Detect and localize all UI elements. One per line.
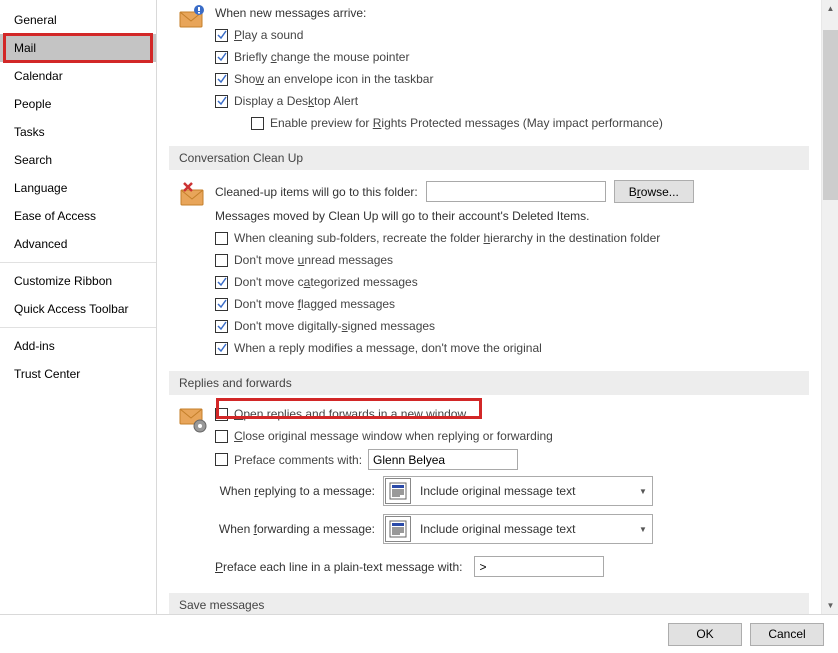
sidebar-item-quick-access-toolbar[interactable]: Quick Access Toolbar <box>0 295 156 323</box>
sidebar-item-add-ins[interactable]: Add-ins <box>0 332 156 360</box>
arrival-heading: When new messages arrive: <box>215 2 799 24</box>
reply-settings-icon <box>179 405 207 433</box>
sidebar-item-customize-ribbon[interactable]: Customize Ribbon <box>0 267 156 295</box>
checkbox-reply-modifies[interactable] <box>215 342 228 355</box>
sidebar-item-advanced[interactable]: Advanced <box>0 230 156 258</box>
checkbox-desktop-alert[interactable] <box>215 95 228 108</box>
dropdown-when-forwarding-value: Include original message text <box>412 522 634 536</box>
label-play-sound: Play a sound <box>234 26 303 44</box>
dropdown-when-replying-value: Include original message text <box>412 484 634 498</box>
label-categorized: Don't move categorized messages <box>234 273 418 291</box>
label-subfolders: When cleaning sub-folders, recreate the … <box>234 229 660 247</box>
sidebar-item-calendar[interactable]: Calendar <box>0 62 156 90</box>
scroll-down-button[interactable]: ▼ <box>822 597 838 614</box>
chevron-down-icon: ▼ <box>634 487 652 496</box>
label-preface-line: Preface each line in a plain-text messag… <box>215 560 466 574</box>
checkbox-categorized[interactable] <box>215 276 228 289</box>
label-flagged: Don't move flagged messages <box>234 295 395 313</box>
document-lines-icon <box>385 516 411 542</box>
checkbox-rights-protected[interactable] <box>251 117 264 130</box>
label-open-new-window: Open replies and forwards in a new windo… <box>234 405 466 423</box>
envelope-alert-icon <box>179 4 207 32</box>
checkbox-show-envelope[interactable] <box>215 73 228 86</box>
sidebar-item-mail[interactable]: Mail <box>0 34 156 62</box>
sidebar-item-search[interactable]: Search <box>0 146 156 174</box>
sidebar-item-people[interactable]: People <box>0 90 156 118</box>
checkbox-signed[interactable] <box>215 320 228 333</box>
input-preface-char[interactable] <box>474 556 604 577</box>
label-change-pointer: Briefly change the mouse pointer <box>234 48 409 66</box>
label-when-replying: When replying to a message: <box>215 484 375 498</box>
sidebar-item-tasks[interactable]: Tasks <box>0 118 156 146</box>
label-unread: Don't move unread messages <box>234 251 393 269</box>
sidebar-item-trust-center[interactable]: Trust Center <box>0 360 156 388</box>
scroll-up-button[interactable]: ▲ <box>822 0 838 17</box>
chevron-down-icon: ▼ <box>634 525 652 534</box>
sidebar: General Mail Calendar People Tasks Searc… <box>0 0 157 614</box>
sidebar-separator <box>0 262 156 263</box>
label-show-envelope: Show an envelope icon in the taskbar <box>234 70 433 88</box>
cleanup-icon <box>179 180 207 208</box>
cancel-button[interactable]: Cancel <box>750 623 824 646</box>
checkbox-unread[interactable] <box>215 254 228 267</box>
scroll-thumb[interactable] <box>823 30 838 200</box>
group-header-replies: Replies and forwards <box>169 371 809 395</box>
label-signed: Don't move digitally-signed messages <box>234 317 435 335</box>
content-pane: When new messages arrive: Play a sound B… <box>157 0 838 614</box>
checkbox-flagged[interactable] <box>215 298 228 311</box>
sidebar-item-ease-of-access[interactable]: Ease of Access <box>0 202 156 230</box>
document-lines-icon <box>385 478 411 504</box>
label-close-original: Close original message window when reply… <box>234 427 553 445</box>
input-preface-comments[interactable] <box>368 449 518 470</box>
checkbox-close-original[interactable] <box>215 430 228 443</box>
checkbox-play-sound[interactable] <box>215 29 228 42</box>
label-when-forwarding: When forwarding a message: <box>215 522 375 536</box>
label-rights-protected: Enable preview for Rights Protected mess… <box>270 114 663 132</box>
sidebar-separator <box>0 327 156 328</box>
vertical-scrollbar[interactable]: ▲ ▼ <box>821 0 838 614</box>
label-preface-comments: Preface comments with: <box>234 451 362 469</box>
label-moved-note: Messages moved by Clean Up will go to th… <box>215 205 799 227</box>
checkbox-preface-comments[interactable] <box>215 453 228 466</box>
dropdown-when-forwarding[interactable]: Include original message text ▼ <box>383 514 653 544</box>
label-reply-modifies: When a reply modifies a message, don't m… <box>234 339 542 357</box>
label-cleanup-folder: Cleaned-up items will go to this folder: <box>215 185 418 199</box>
ok-button[interactable]: OK <box>668 623 742 646</box>
input-cleanup-folder[interactable] <box>426 181 606 202</box>
checkbox-open-new-window[interactable] <box>215 408 228 421</box>
browse-button[interactable]: Browse... <box>614 180 694 203</box>
group-header-cleanup: Conversation Clean Up <box>169 146 809 170</box>
label-desktop-alert: Display a Desktop Alert <box>234 92 358 110</box>
checkbox-subfolders[interactable] <box>215 232 228 245</box>
dialog-footer: OK Cancel <box>0 615 838 653</box>
checkbox-change-pointer[interactable] <box>215 51 228 64</box>
dropdown-when-replying[interactable]: Include original message text ▼ <box>383 476 653 506</box>
group-header-save: Save messages <box>169 593 809 614</box>
sidebar-item-general[interactable]: General <box>0 6 156 34</box>
sidebar-item-language[interactable]: Language <box>0 174 156 202</box>
